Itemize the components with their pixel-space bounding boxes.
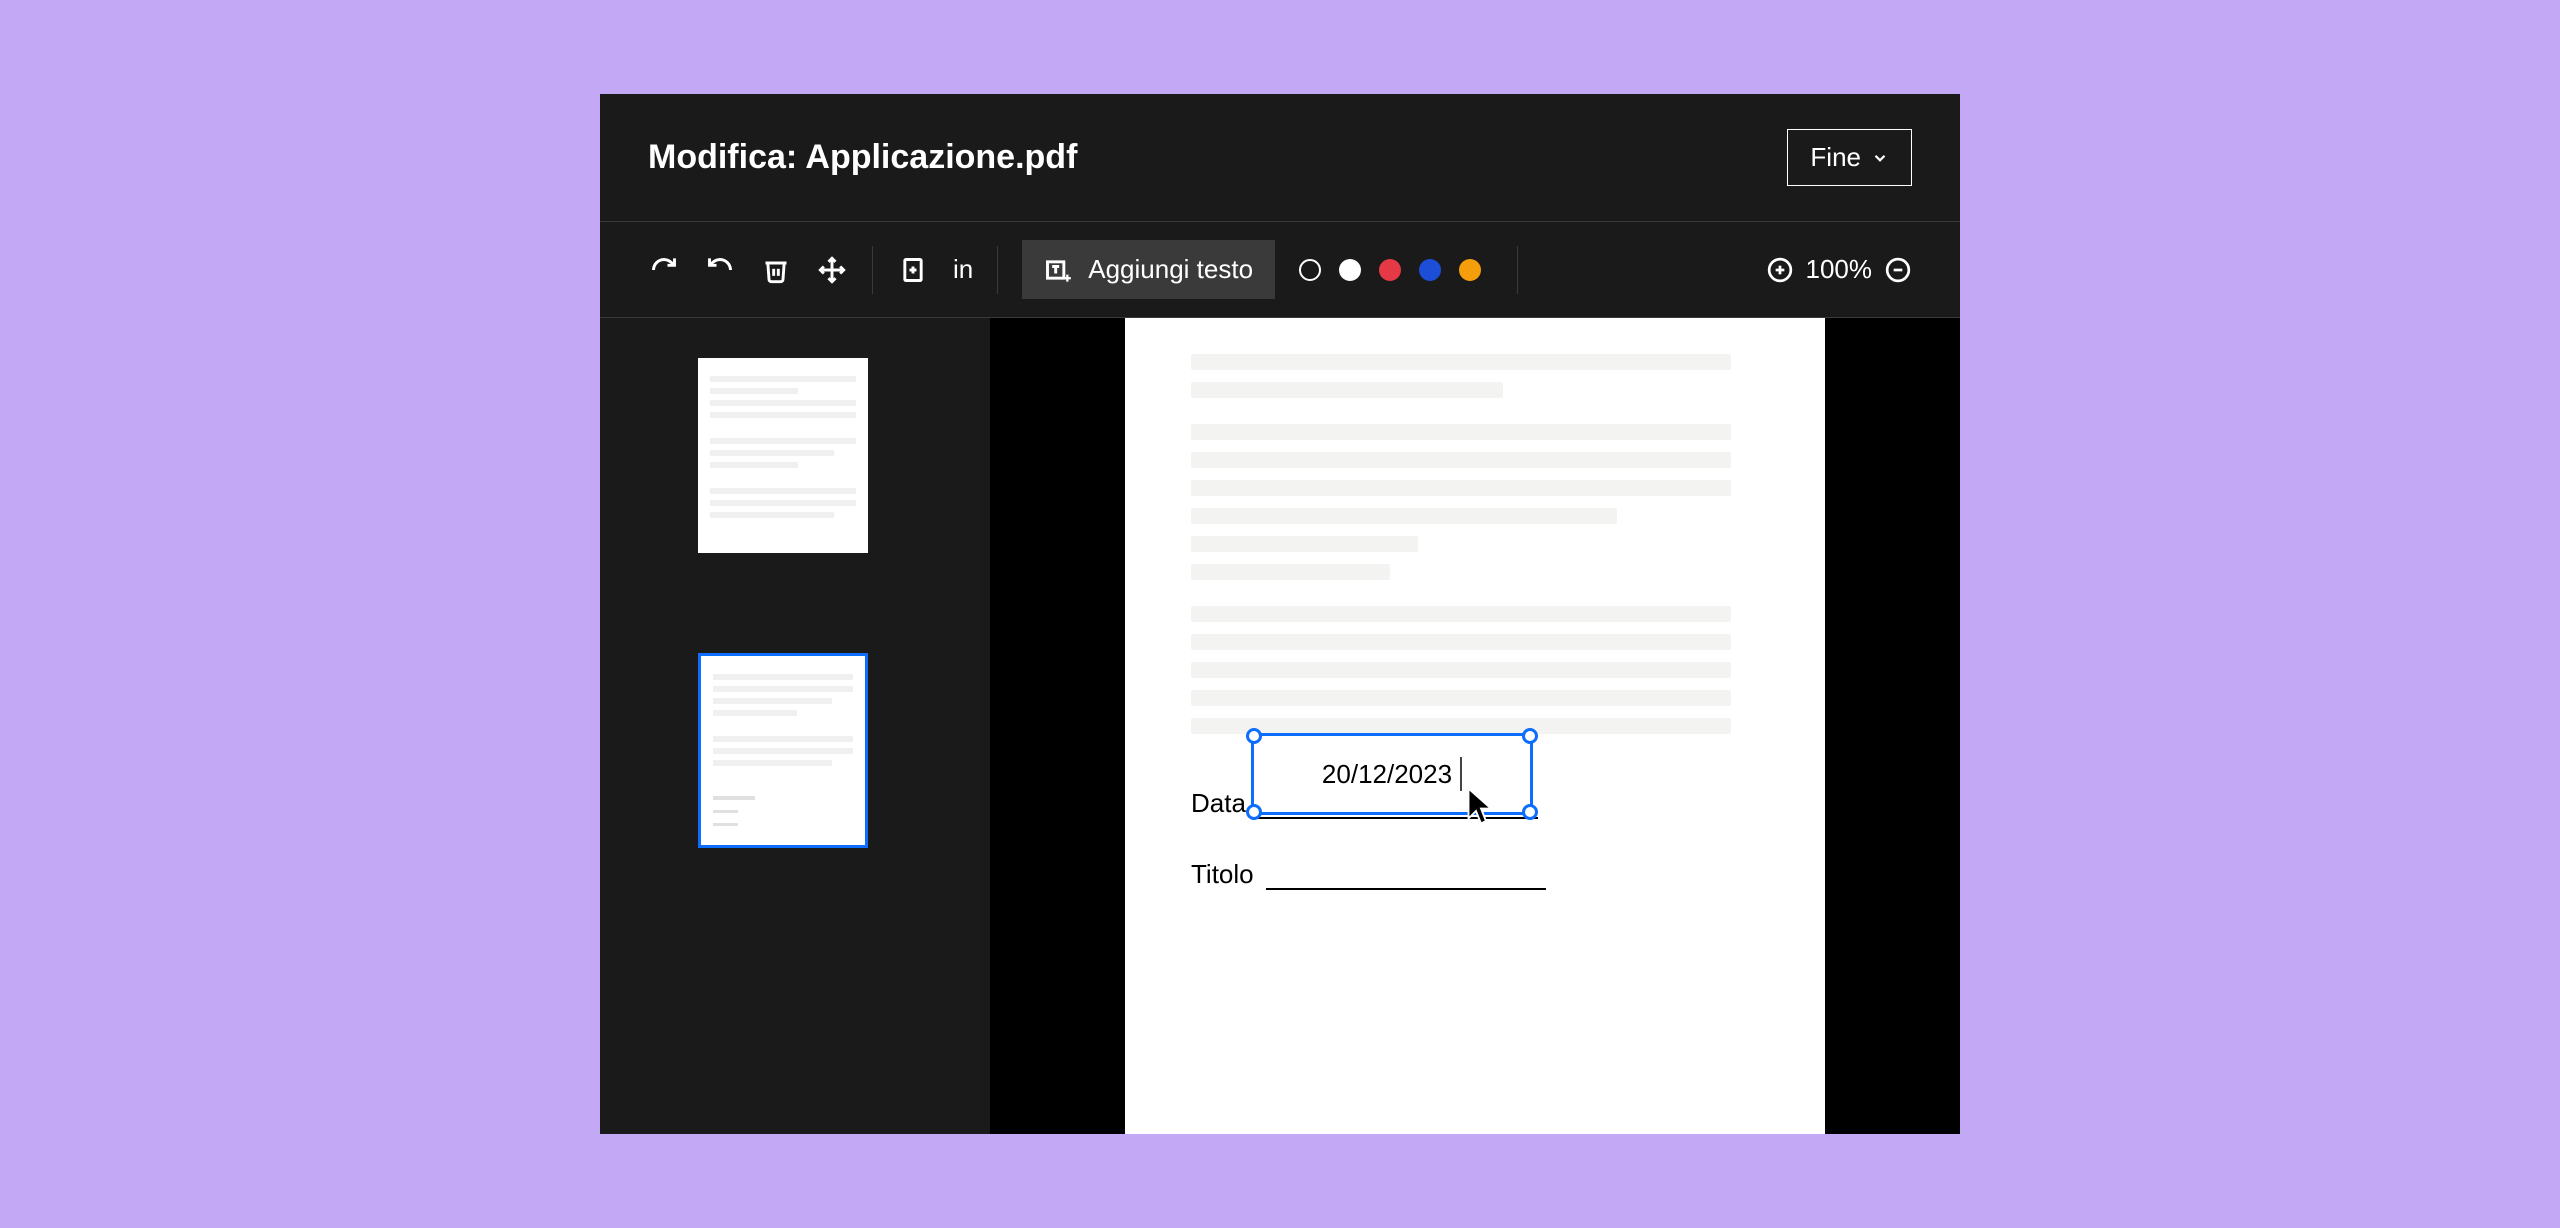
page-viewport[interactable]: Data 20/12/2023 Titolo <box>990 318 1960 1134</box>
zoom-controls: 100% <box>1766 254 1913 285</box>
color-white[interactable] <box>1339 259 1361 281</box>
insert-page-button[interactable] <box>897 254 929 286</box>
document-page[interactable]: Data 20/12/2023 Titolo <box>1125 318 1825 1134</box>
add-text-button[interactable]: Aggiungi testo <box>1022 240 1275 299</box>
page-thumbnail-1[interactable] <box>698 358 868 553</box>
zoom-level: 100% <box>1806 254 1873 285</box>
editor-toolbar: in Aggiungi testo 100% <box>600 222 1960 318</box>
text-box-icon <box>1044 256 1072 284</box>
zoom-out-button[interactable] <box>1884 256 1912 284</box>
chevron-down-icon <box>1871 149 1889 167</box>
color-blue[interactable] <box>1419 259 1441 281</box>
toolbar-divider <box>872 246 873 294</box>
color-red[interactable] <box>1379 259 1401 281</box>
undo-button[interactable] <box>704 254 736 286</box>
insert-label: in <box>953 254 973 285</box>
title-form-row: Titolo <box>1191 859 1759 890</box>
add-text-label: Aggiungi testo <box>1088 254 1253 285</box>
done-button-label: Fine <box>1810 142 1861 173</box>
resize-handle-tr[interactable] <box>1522 728 1538 744</box>
color-yellow[interactable] <box>1459 259 1481 281</box>
document-title: Modifica: Applicazione.pdf <box>648 138 1077 177</box>
text-cursor <box>1460 757 1462 791</box>
date-label: Data <box>1191 788 1246 819</box>
mouse-cursor-icon <box>1466 786 1496 826</box>
title-label: Titolo <box>1191 859 1254 890</box>
thumbnail-sidebar <box>600 318 990 1134</box>
date-form-row: Data 20/12/2023 <box>1191 788 1759 819</box>
date-value: 20/12/2023 <box>1322 759 1452 790</box>
delete-button[interactable] <box>760 254 792 286</box>
move-button[interactable] <box>816 254 848 286</box>
color-black-outline[interactable] <box>1299 259 1321 281</box>
resize-handle-tl[interactable] <box>1246 728 1262 744</box>
text-annotation-box[interactable]: 20/12/2023 <box>1251 733 1533 815</box>
resize-handle-bl[interactable] <box>1246 804 1262 820</box>
toolbar-divider <box>1517 246 1518 294</box>
title-underline <box>1266 888 1546 890</box>
done-button[interactable]: Fine <box>1787 129 1912 186</box>
page-thumbnail-2[interactable] <box>698 653 868 848</box>
insert-tools: in <box>897 254 973 286</box>
editor-header: Modifica: Applicazione.pdf Fine <box>600 94 1960 222</box>
redo-button[interactable] <box>648 254 680 286</box>
content-area: Data 20/12/2023 Titolo <box>600 318 1960 1134</box>
resize-handle-br[interactable] <box>1522 804 1538 820</box>
toolbar-divider <box>997 246 998 294</box>
history-tools <box>648 254 848 286</box>
pdf-editor-window: Modifica: Applicazione.pdf Fine <box>600 94 1960 1134</box>
zoom-in-button[interactable] <box>1766 256 1794 284</box>
color-palette <box>1299 259 1481 281</box>
